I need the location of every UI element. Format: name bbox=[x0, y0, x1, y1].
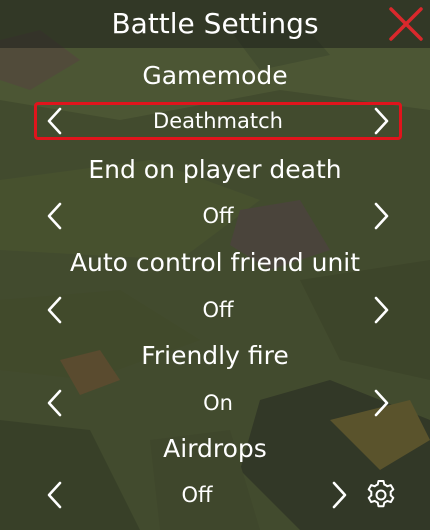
gamemode-label: Gamemode bbox=[142, 61, 288, 90]
end-on-player-death-value: Off bbox=[202, 204, 234, 228]
gear-icon bbox=[367, 480, 395, 508]
auto-control-friend-unit-selector[interactable]: Off bbox=[34, 291, 402, 329]
auto-control-friend-unit-value: Off bbox=[202, 298, 234, 322]
auto-control-friend-unit-next-button[interactable] bbox=[366, 295, 396, 325]
chevron-right-icon bbox=[374, 389, 389, 417]
friendly-fire-label: Friendly fire bbox=[141, 341, 289, 370]
auto-control-friend-unit-label: Auto control friend unit bbox=[69, 248, 361, 277]
end-on-player-death-label: End on player death bbox=[88, 155, 342, 184]
close-button[interactable] bbox=[388, 6, 424, 42]
airdrops-settings-button[interactable] bbox=[364, 478, 398, 512]
friendly-fire-value: On bbox=[203, 391, 233, 415]
friendly-fire-selector[interactable]: On bbox=[34, 384, 402, 422]
window-title: Battle Settings bbox=[111, 7, 319, 40]
gamemode-value: Deathmatch bbox=[153, 109, 283, 133]
chevron-right-icon bbox=[374, 296, 389, 324]
gamemode-selector[interactable]: Deathmatch bbox=[34, 102, 402, 140]
airdrops-next-button[interactable] bbox=[324, 480, 354, 510]
chevron-right-icon bbox=[332, 481, 347, 509]
chevron-right-icon bbox=[374, 202, 389, 230]
airdrops-selector[interactable]: Off bbox=[34, 476, 354, 514]
battle-settings-screen: Battle Settings Gamemode Deathmatch End … bbox=[0, 0, 430, 530]
end-on-player-death-selector[interactable]: Off bbox=[34, 197, 402, 235]
chevron-right-icon bbox=[374, 107, 389, 135]
airdrops-value: Off bbox=[181, 483, 213, 507]
friendly-fire-next-button[interactable] bbox=[366, 388, 396, 418]
gamemode-next-button[interactable] bbox=[366, 106, 396, 136]
end-on-player-death-next-button[interactable] bbox=[366, 201, 396, 231]
airdrops-label: Airdrops bbox=[163, 434, 267, 463]
close-x-icon bbox=[389, 7, 423, 41]
